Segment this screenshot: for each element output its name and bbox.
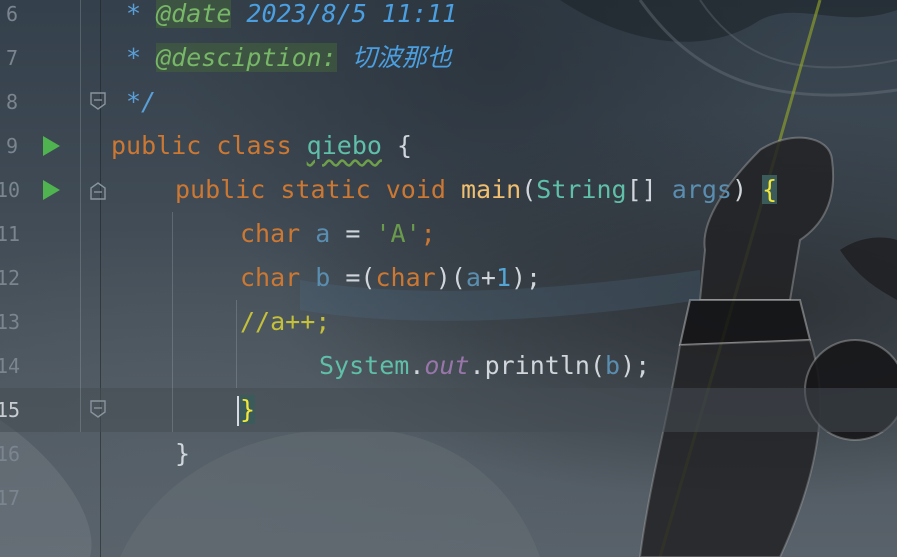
char-literal: 'A' <box>375 219 421 248</box>
line-number: 9 <box>5 134 18 158</box>
code-line-16[interactable]: } <box>175 432 190 476</box>
class-name: System <box>319 351 410 380</box>
method-call: .println( <box>469 351 605 380</box>
fold-icon[interactable] <box>90 182 106 200</box>
brace: { <box>381 131 413 160</box>
line-number: 6 <box>5 2 18 26</box>
operator: + <box>480 263 496 292</box>
brace: } <box>175 439 191 468</box>
doc-tag-date: @date <box>156 0 232 28</box>
run-main-icon[interactable] <box>43 180 60 200</box>
code-line-10[interactable]: public static void main(String[] args) { <box>175 168 778 212</box>
code-line-11[interactable]: char a = 'A'; <box>240 212 436 256</box>
paren: )( <box>435 263 466 292</box>
line-number: 8 <box>5 90 18 114</box>
doc-comment-end: */ <box>126 87 157 116</box>
keyword: char <box>375 263 436 292</box>
keyword: public static void <box>175 175 461 204</box>
line-number: 13 <box>0 310 21 334</box>
doc-value-description: 切波那也 <box>336 43 452 72</box>
doc-comment-star: * <box>126 43 157 72</box>
code-line-14[interactable]: System.out.println(b); <box>319 344 650 388</box>
array-brackets: [] <box>626 175 672 204</box>
code-editor[interactable]: 6 7 8 9 10 11 12 13 14 15 16 17 * @date … <box>0 0 897 557</box>
operator: = <box>330 219 376 248</box>
code-line-7[interactable]: * @desciption: 切波那也 <box>126 36 452 80</box>
fold-icon[interactable] <box>90 92 106 110</box>
dot: . <box>409 351 425 380</box>
line-number: 7 <box>5 46 18 70</box>
parameter: args <box>671 175 732 204</box>
paren: ) <box>731 175 763 204</box>
line-comment: //a++; <box>240 307 331 336</box>
variable: b <box>605 351 621 380</box>
matched-brace: } <box>240 395 256 424</box>
paren: ( <box>521 175 537 204</box>
code-line-13[interactable]: //a++; <box>240 300 330 344</box>
doc-tag-description: @desciption: <box>156 43 337 72</box>
run-class-icon[interactable] <box>43 136 60 156</box>
keyword: char <box>240 219 316 248</box>
line-number: 11 <box>0 222 21 246</box>
line-number: 12 <box>0 266 21 290</box>
line-number: 10 <box>0 178 21 202</box>
indent-guide <box>172 212 173 432</box>
line-number: 17 <box>0 486 21 510</box>
paren: ); <box>620 351 651 380</box>
keyword: char <box>240 263 316 292</box>
line-number: 16 <box>0 442 21 466</box>
operator: =( <box>330 263 376 292</box>
code-line-6[interactable]: * @date 2023/8/5 11:11 <box>126 0 457 36</box>
code-line-9[interactable]: public class qiebo { <box>111 124 412 168</box>
paren: ); <box>511 263 542 292</box>
semicolon: ; <box>420 219 436 248</box>
doc-comment-star: * <box>126 0 157 28</box>
line-number: 14 <box>0 354 21 378</box>
variable: b <box>315 263 331 292</box>
type-name: String <box>536 175 627 204</box>
variable: a <box>315 219 331 248</box>
line-number-current: 15 <box>0 398 21 422</box>
gutter-guide <box>80 0 81 432</box>
number-literal: 1 <box>495 263 511 292</box>
doc-value-date: 2023/8/5 11:11 <box>231 0 458 28</box>
method-name: main <box>460 175 522 204</box>
class-name: qiebo <box>306 131 382 160</box>
code-line-12[interactable]: char b =(char)(a+1); <box>240 256 541 300</box>
variable: a <box>465 263 481 292</box>
keyword: public class <box>111 131 307 160</box>
current-line-highlight <box>0 388 897 432</box>
text-caret <box>237 396 239 426</box>
code-line-15[interactable]: } <box>240 388 256 432</box>
code-line-8[interactable]: */ <box>126 80 156 124</box>
static-field: out <box>424 351 470 380</box>
matched-brace: { <box>762 175 778 204</box>
indent-guide <box>236 300 237 388</box>
fold-icon[interactable] <box>90 400 106 418</box>
